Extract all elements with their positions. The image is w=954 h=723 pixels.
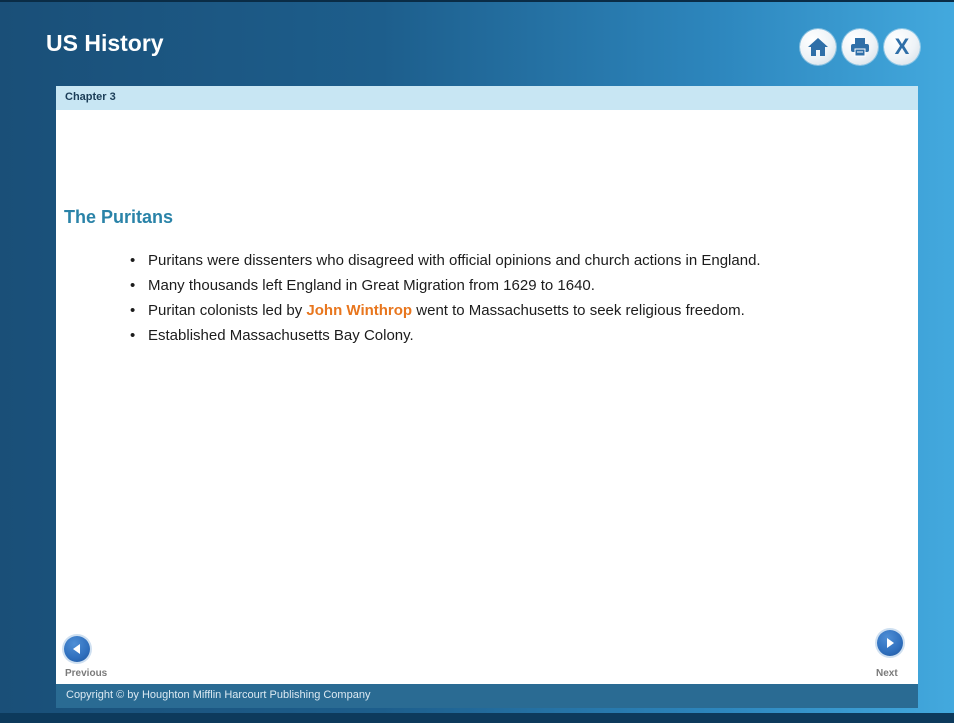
top-toolbar: X	[800, 29, 920, 65]
slide-frame: US History X Chapter 3 The Puritans Puri…	[0, 0, 954, 723]
previous-label[interactable]: Previous	[65, 668, 107, 679]
section-heading: The Puritans	[64, 207, 174, 227]
close-button[interactable]: X	[884, 29, 920, 65]
bullet-text-after: went to Massachusetts to seek religious …	[412, 302, 745, 319]
close-icon: X	[894, 34, 910, 59]
bullet-text: Puritans were dissenters who disagreed w…	[148, 252, 761, 269]
arrow-left-icon	[73, 644, 80, 654]
bullet-list: Puritans were dissenters who disagreed w…	[130, 248, 910, 348]
next-button[interactable]	[877, 630, 903, 656]
next-label[interactable]: Next	[876, 668, 898, 679]
john-winthrop-link[interactable]: John Winthrop	[306, 302, 412, 319]
bullet-text-before: Puritan colonists led by	[148, 302, 307, 319]
home-icon	[808, 38, 828, 56]
content-area: The Puritans Puritans were dissenters wh…	[56, 110, 918, 684]
chapter-label: Chapter 3	[65, 91, 116, 103]
list-item: Puritan colonists led by John Winthrop w…	[130, 298, 910, 323]
bullet-text: Established Massachusetts Bay Colony.	[148, 327, 414, 344]
chapter-bar: Chapter 3	[56, 86, 918, 110]
arrow-right-icon	[887, 638, 894, 648]
previous-button[interactable]	[64, 636, 90, 662]
copyright-text: Copyright © by Houghton Mifflin Harcourt…	[66, 689, 371, 701]
footer-bar: Copyright © by Houghton Mifflin Harcourt…	[56, 684, 918, 708]
print-icon	[851, 38, 869, 57]
list-item: Puritans were dissenters who disagreed w…	[130, 248, 910, 273]
list-item: Many thousands left England in Great Mig…	[130, 273, 910, 298]
list-item: Established Massachusetts Bay Colony.	[130, 323, 910, 348]
bullet-text: Many thousands left England in Great Mig…	[148, 277, 595, 294]
app-title: US History	[46, 30, 164, 56]
home-button[interactable]	[800, 29, 836, 65]
print-button[interactable]	[842, 29, 878, 65]
